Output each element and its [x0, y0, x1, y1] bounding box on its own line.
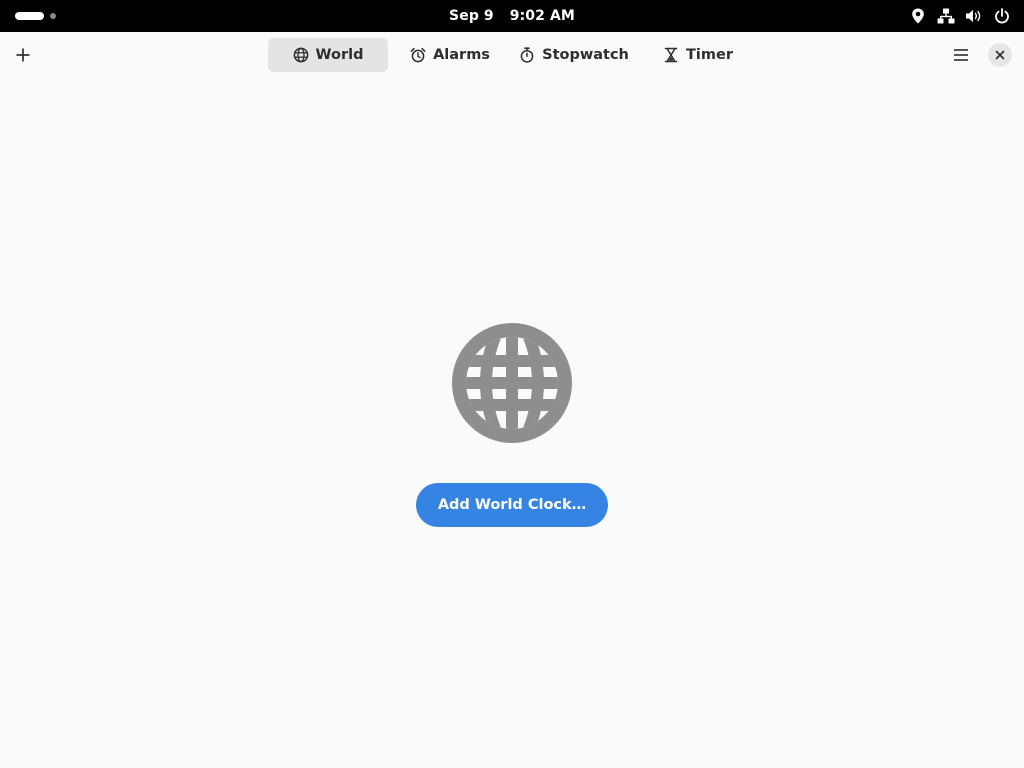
- add-button[interactable]: [6, 38, 40, 72]
- network-icon: [936, 6, 956, 26]
- activities-button[interactable]: [10, 7, 62, 25]
- header-bar: World Alarms Stopwatch Timer: [0, 32, 1024, 78]
- close-icon: [995, 50, 1005, 60]
- system-tray[interactable]: [900, 6, 1012, 26]
- workspace-indicator-inactive: [50, 13, 56, 19]
- tab-world-label: World: [315, 47, 364, 63]
- tab-world[interactable]: World: [268, 38, 388, 72]
- view-switcher: World Alarms Stopwatch Timer: [268, 38, 760, 72]
- power-icon: [992, 6, 1012, 26]
- system-top-bar: Sep 9 9:02 AM: [0, 0, 1024, 32]
- alarm-clock-icon: [410, 47, 426, 63]
- hourglass-icon: [663, 47, 679, 63]
- tab-alarms[interactable]: Alarms: [388, 38, 512, 72]
- workspace-indicator-active: [15, 12, 44, 20]
- plus-icon: [16, 48, 30, 62]
- tab-timer[interactable]: Timer: [636, 38, 760, 72]
- clock-area: Sep 9 9:02 AM: [0, 0, 1024, 32]
- stopwatch-icon: [519, 47, 535, 63]
- hamburger-menu-icon: [954, 49, 968, 61]
- add-world-clock-button[interactable]: Add World Clock…: [416, 483, 608, 527]
- globe-icon: [293, 47, 309, 63]
- tab-stopwatch[interactable]: Stopwatch: [512, 38, 636, 72]
- tab-alarms-label: Alarms: [433, 47, 490, 63]
- tab-stopwatch-label: Stopwatch: [542, 47, 629, 63]
- time-label: 9:02 AM: [509, 8, 575, 24]
- date-label: Sep 9: [449, 8, 494, 24]
- close-window-button[interactable]: [988, 43, 1012, 67]
- volume-icon: [964, 6, 984, 26]
- location-icon: [908, 6, 928, 26]
- globe-icon: [452, 323, 572, 443]
- tab-timer-label: Timer: [686, 47, 733, 63]
- main-menu-button[interactable]: [944, 38, 978, 72]
- date-time-button[interactable]: Sep 9 9:02 AM: [449, 8, 575, 24]
